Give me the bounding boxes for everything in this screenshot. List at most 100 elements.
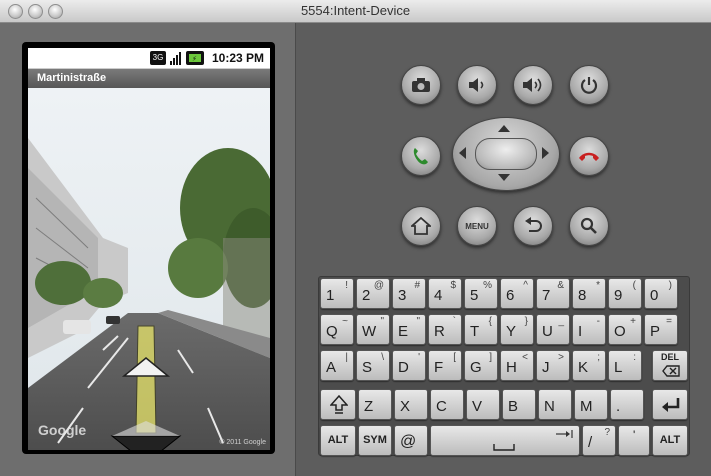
window-title: 5554:Intent-Device [300, 3, 411, 18]
key-6[interactable]: 6 ^ [500, 278, 534, 309]
at-key[interactable]: @ [394, 425, 428, 456]
key-p[interactable]: P = [644, 314, 678, 345]
key-secondary-label: ' [418, 352, 420, 363]
comma-key[interactable]: ' [618, 425, 650, 456]
key-secondary-label: < [522, 352, 528, 363]
key-d[interactable]: D ' [392, 350, 426, 381]
key-1[interactable]: 1! [320, 278, 354, 309]
key-primary-label: C [436, 398, 447, 415]
key-secondary-label: & [557, 280, 564, 291]
key-z[interactable]: Z [358, 389, 392, 420]
key-secondary-label: - [596, 316, 600, 327]
key-q[interactable]: Q ~ [320, 314, 354, 345]
power-button[interactable] [569, 65, 609, 105]
key-f[interactable]: F[ [428, 350, 462, 381]
key-s[interactable]: S \ [356, 350, 390, 381]
key-primary-label: G [470, 359, 482, 376]
street-view-image[interactable]: Google © 2011 Google [28, 88, 270, 450]
key-7[interactable]: 7 & [536, 278, 570, 309]
dpad-center-button[interactable] [475, 138, 537, 170]
power-icon [580, 77, 598, 94]
dpad-up-arrow-icon[interactable] [498, 125, 510, 132]
key-o[interactable]: O + [608, 314, 642, 345]
key-primary-label: 9 [614, 287, 623, 304]
key-h[interactable]: H < [500, 350, 534, 381]
home-icon [411, 217, 431, 235]
key-3[interactable]: 3 # [392, 278, 426, 309]
battery-charging-icon: ⚡ [186, 51, 204, 65]
key-9[interactable]: 9( [608, 278, 642, 309]
key-g[interactable]: G] [464, 350, 498, 381]
key-m[interactable]: M [574, 389, 608, 420]
key-5[interactable]: 5% [464, 278, 498, 309]
key-0[interactable]: 0) [644, 278, 678, 309]
key-.[interactable]: . [610, 389, 644, 420]
search-button[interactable] [569, 206, 609, 246]
volume-up-button[interactable] [513, 65, 553, 105]
key-primary-label: Q [326, 323, 338, 340]
key-secondary-label: @ [373, 280, 384, 291]
dpad-down-arrow-icon[interactable] [498, 174, 510, 181]
key-4[interactable]: 4 $ [428, 278, 462, 309]
key-a[interactable]: A | [320, 350, 354, 381]
key-y[interactable]: Y} [500, 314, 534, 345]
key-u[interactable]: U _ [536, 314, 570, 345]
key-secondary-label: = [666, 316, 672, 327]
shift-key[interactable] [320, 389, 356, 420]
alt-key-left[interactable]: ALT [320, 425, 356, 456]
end-call-button[interactable] [569, 136, 609, 176]
dpad-right-arrow-icon[interactable] [542, 147, 549, 159]
camera-button[interactable] [401, 65, 441, 105]
key-i[interactable]: I- [572, 314, 606, 345]
key-c[interactable]: C [430, 389, 464, 420]
delete-key[interactable]: DEL [652, 350, 688, 381]
key-primary-label: T [470, 323, 480, 340]
key-b[interactable]: B [502, 389, 536, 420]
key-l[interactable]: L: [608, 350, 642, 381]
sym-key[interactable]: SYM [358, 425, 392, 456]
phone-call-icon [413, 148, 428, 165]
key-t[interactable]: T{ [464, 314, 498, 345]
key-e[interactable]: E " [392, 314, 426, 345]
key-primary-label: X [400, 398, 411, 415]
key-primary-label: 3 [398, 287, 407, 304]
key-primary-label: J [542, 359, 550, 376]
alt-key-right[interactable]: ALT [652, 425, 688, 456]
dpad-left-arrow-icon[interactable] [459, 147, 466, 159]
volume-down-button[interactable] [457, 65, 497, 105]
key-primary-label: H [506, 359, 517, 376]
call-button[interactable] [401, 136, 441, 176]
alt-key-left-label: ALT [327, 434, 349, 446]
key-primary-label: 4 [434, 287, 443, 304]
key-j[interactable]: J > [536, 350, 570, 381]
key-secondary-label: * [596, 280, 600, 291]
back-arrow-icon [525, 217, 542, 232]
key-secondary-label: $ [450, 280, 456, 291]
back-button[interactable] [513, 206, 553, 246]
home-button[interactable] [401, 206, 441, 246]
key-2[interactable]: 2 @ [356, 278, 390, 309]
delete-label: DEL [661, 352, 679, 362]
menu-label: MENU [465, 221, 489, 231]
menu-button[interactable]: MENU [457, 206, 497, 246]
key-v[interactable]: V [466, 389, 500, 420]
key-8[interactable]: 8 * [572, 278, 606, 309]
signal-strength-icon [169, 51, 183, 65]
enter-key[interactable] [652, 389, 688, 420]
key-secondary-label: # [414, 280, 420, 291]
key-x[interactable]: X [394, 389, 428, 420]
key-primary-label: I [578, 323, 583, 340]
key-k[interactable]: K; [572, 350, 606, 381]
key-r[interactable]: R ` [428, 314, 462, 345]
slash-key[interactable]: / ? [582, 425, 616, 456]
key-primary-label: N [544, 398, 555, 415]
key-secondary-label: ( [632, 280, 636, 291]
key-secondary-label: ; [597, 352, 600, 363]
key-w[interactable]: W " [356, 314, 390, 345]
svg-text:⚡: ⚡ [192, 55, 197, 63]
space-key[interactable] [430, 425, 580, 456]
phone-screen[interactable]: 3G ⚡ 10:23 PM Martinistraße Google © 201… [28, 48, 270, 450]
key-secondary-label: ] [489, 352, 492, 363]
end-call-icon [579, 152, 599, 161]
key-n[interactable]: N [538, 389, 572, 420]
